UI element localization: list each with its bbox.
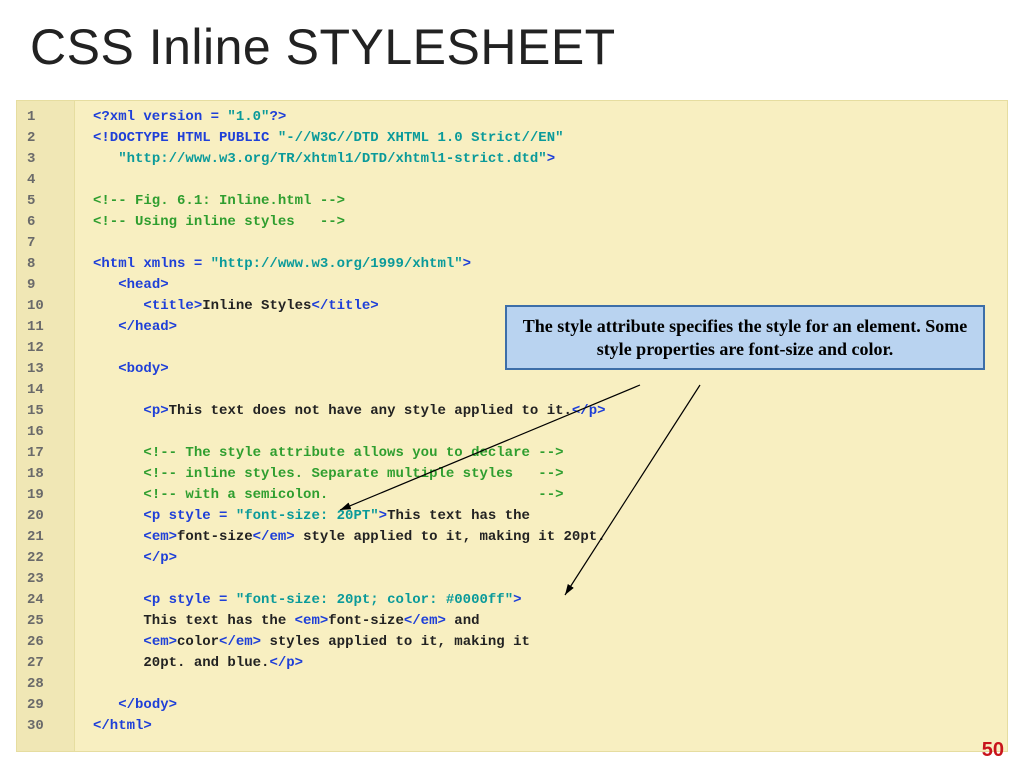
line-number: 4: [17, 170, 74, 191]
line-number: 24: [17, 590, 74, 611]
line-number: 23: [17, 569, 74, 590]
code-line: <em>font-size</em> style applied to it, …: [93, 527, 1007, 548]
line-number: 11: [17, 317, 74, 338]
page-number: 50: [982, 739, 1004, 762]
code-line: <!-- with a semicolon. -->: [93, 485, 1007, 506]
line-number: 19: [17, 485, 74, 506]
line-number: 8: [17, 254, 74, 275]
code-area: <?xml version = "1.0"?><!DOCTYPE HTML PU…: [75, 101, 1007, 751]
line-number: 30: [17, 716, 74, 737]
line-number: 21: [17, 527, 74, 548]
code-line: 20pt. and blue.</p>: [93, 653, 1007, 674]
code-line: </html>: [93, 716, 1007, 737]
code-line: <?xml version = "1.0"?>: [93, 107, 1007, 128]
line-number: 25: [17, 611, 74, 632]
code-line: <!-- Using inline styles -->: [93, 212, 1007, 233]
line-number: 26: [17, 632, 74, 653]
code-line: <!-- The style attribute allows you to d…: [93, 443, 1007, 464]
line-number: 18: [17, 464, 74, 485]
code-block: 1234567891011121314151617181920212223242…: [16, 100, 1008, 752]
slide: CSS Inline STYLESHEET 123456789101112131…: [0, 0, 1024, 768]
code-line: "http://www.w3.org/TR/xhtml1/DTD/xhtml1-…: [93, 149, 1007, 170]
code-line: <head>: [93, 275, 1007, 296]
slide-title: CSS Inline STYLESHEET: [30, 18, 616, 76]
code-line: <em>color</em> styles applied to it, mak…: [93, 632, 1007, 653]
callout-box: The style attribute specifies the style …: [505, 305, 985, 370]
code-line: </p>: [93, 548, 1007, 569]
line-number: 16: [17, 422, 74, 443]
line-number: 20: [17, 506, 74, 527]
line-number: 28: [17, 674, 74, 695]
code-line: <p>This text does not have any style app…: [93, 401, 1007, 422]
line-number: 1: [17, 107, 74, 128]
line-number-gutter: 1234567891011121314151617181920212223242…: [17, 101, 75, 751]
code-line: <!-- Fig. 6.1: Inline.html -->: [93, 191, 1007, 212]
code-line: <!-- inline styles. Separate multiple st…: [93, 464, 1007, 485]
line-number: 7: [17, 233, 74, 254]
line-number: 27: [17, 653, 74, 674]
line-number: 12: [17, 338, 74, 359]
code-line: <!DOCTYPE HTML PUBLIC "-//W3C//DTD XHTML…: [93, 128, 1007, 149]
line-number: 3: [17, 149, 74, 170]
code-line: <p style = "font-size: 20PT">This text h…: [93, 506, 1007, 527]
line-number: 29: [17, 695, 74, 716]
line-number: 13: [17, 359, 74, 380]
code-line: <p style = "font-size: 20pt; color: #000…: [93, 590, 1007, 611]
line-number: 14: [17, 380, 74, 401]
line-number: 2: [17, 128, 74, 149]
code-line: [93, 422, 1007, 443]
code-line: [93, 380, 1007, 401]
line-number: 22: [17, 548, 74, 569]
code-line: [93, 569, 1007, 590]
code-line: [93, 674, 1007, 695]
code-line: [93, 170, 1007, 191]
line-number: 6: [17, 212, 74, 233]
code-line: <html xmlns = "http://www.w3.org/1999/xh…: [93, 254, 1007, 275]
line-number: 17: [17, 443, 74, 464]
code-line: </body>: [93, 695, 1007, 716]
line-number: 9: [17, 275, 74, 296]
line-number: 10: [17, 296, 74, 317]
line-number: 5: [17, 191, 74, 212]
line-number: 15: [17, 401, 74, 422]
code-line: This text has the <em>font-size</em> and: [93, 611, 1007, 632]
code-line: [93, 233, 1007, 254]
